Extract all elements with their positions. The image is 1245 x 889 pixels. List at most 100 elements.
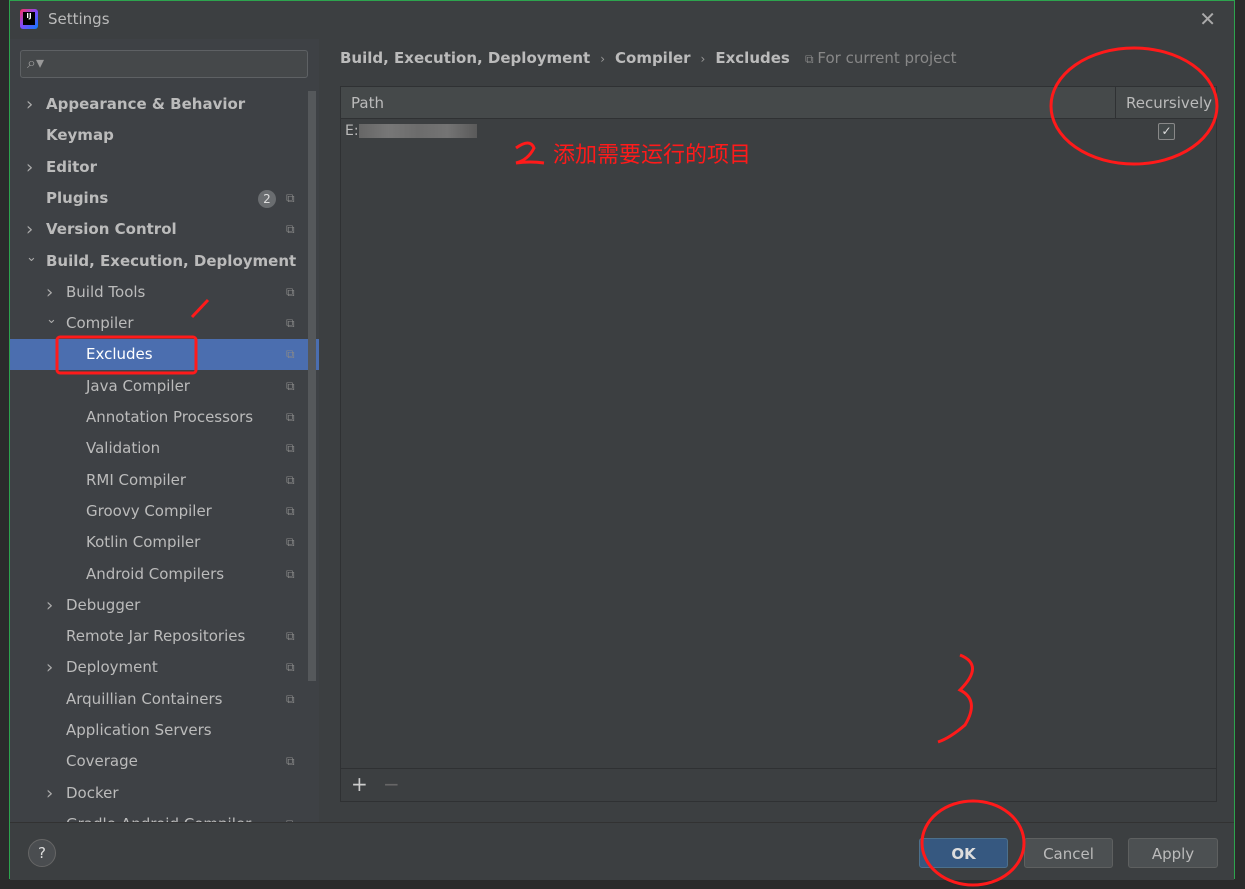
sidebar-item[interactable]: Java Compiler ⧉	[10, 371, 319, 402]
sidebar-item-label: Application Servers	[66, 721, 212, 739]
sidebar-item[interactable]: ⌄ Compiler ⧉	[10, 308, 319, 339]
sidebar-item-label: Android Compilers	[86, 564, 225, 583]
project-scope-icon: ⧉	[286, 566, 295, 581]
sidebar-item-label: Java Compiler	[86, 376, 190, 395]
blurred-path	[358, 124, 477, 138]
sidebar-item-label: Compiler	[66, 314, 134, 333]
sidebar-item-label: Plugins	[46, 188, 109, 207]
breadcrumb-item[interactable]: Compiler	[615, 49, 691, 67]
scope-text: For current project	[817, 49, 957, 67]
sidebar-item[interactable]: Excludes ⧉	[10, 339, 319, 371]
search-icon: ⌕▾	[27, 53, 44, 72]
column-path[interactable]: Path	[351, 94, 384, 112]
sidebar-item[interactable]: ⌄ Build, Execution, Deployment	[10, 246, 319, 277]
sidebar-item-label: Gradle-Android Compiler	[66, 809, 251, 822]
project-scope-icon: ⧉	[286, 629, 295, 644]
project-scope-icon: ⧉	[286, 347, 295, 362]
sidebar-item[interactable]: Remote Jar Repositories ⧉	[10, 621, 319, 652]
add-icon[interactable]: +	[351, 772, 368, 796]
sidebar-item-label: RMI Compiler	[86, 470, 187, 489]
project-scope-icon: ⧉	[286, 472, 295, 487]
window-title: Settings	[48, 10, 110, 28]
breadcrumb: Build, Execution, Deployment › Compiler › Ex…	[340, 49, 790, 67]
project-scope-icon: ⧉	[286, 754, 295, 769]
sidebar-item[interactable]: RMI Compiler ⧉	[10, 465, 319, 496]
dialog-footer: ? OK Cancel Apply	[10, 822, 1234, 880]
sidebar-item-label: Kotlin Compiler	[86, 533, 201, 552]
chevron-right-icon[interactable]: ›	[26, 152, 33, 183]
table-header: Path Recursively	[341, 87, 1216, 119]
sidebar-item-label: Deployment	[66, 658, 158, 677]
sidebar-item[interactable]: › Debugger	[10, 590, 319, 621]
project-scope-icon: ⧉	[286, 284, 295, 299]
sidebar-item-label: Coverage	[66, 752, 138, 771]
sidebar-item-label: Keymap	[46, 126, 114, 145]
sidebar-item[interactable]: › Docker	[10, 778, 319, 809]
sidebar-item[interactable]: Annotation Processors ⧉	[10, 402, 319, 433]
sidebar-item[interactable]: › Deployment ⧉	[10, 652, 319, 683]
sidebar-item[interactable]: › Version Control ⧉	[10, 214, 319, 245]
project-scope-icon: ⧉	[286, 503, 295, 518]
sidebar-item[interactable]: Plugins 2 ⧉	[10, 183, 319, 214]
chevron-right-icon[interactable]: ›	[46, 778, 53, 809]
excludes-table: Path Recursively E: ✓ + −	[340, 86, 1217, 802]
settings-dialog: IJ Settings ✕ ⌕▾ › Appearance & Behavior K…	[9, 0, 1235, 880]
sidebar-item[interactable]: › Appearance & Behavior	[10, 89, 319, 120]
sidebar-scrollbar[interactable]	[308, 91, 316, 681]
table-toolbar: + −	[341, 768, 1216, 801]
sidebar-item-label: Debugger	[66, 595, 141, 614]
apply-button[interactable]: Apply	[1128, 838, 1218, 868]
scope-label: ⧉ For current project	[805, 49, 957, 67]
sidebar-item[interactable]: Validation ⧉	[10, 433, 319, 464]
project-scope-icon: ⧉	[286, 660, 295, 675]
sidebar-item-label: Editor	[46, 157, 97, 176]
sidebar-item-label: Groovy Compiler	[86, 501, 212, 520]
sidebar-item-label: Version Control	[46, 220, 177, 239]
sidebar-item-label: Annotation Processors	[86, 408, 254, 426]
chevron-right-icon[interactable]: ›	[46, 652, 53, 683]
sidebar-item-label: Build, Execution, Deployment	[46, 251, 297, 270]
chevron-down-icon[interactable]: ⌄	[46, 304, 57, 335]
breadcrumb-item[interactable]: Build, Execution, Deployment	[340, 49, 590, 67]
sidebar-item[interactable]: Android Compilers ⧉	[10, 559, 319, 590]
annotation-note: 添加需要运行的项目	[553, 143, 752, 168]
sidebar-item-label: Validation	[86, 439, 161, 458]
cancel-button[interactable]: Cancel	[1024, 838, 1113, 868]
project-scope-icon: ⧉	[286, 190, 295, 205]
sidebar-item-label: Excludes	[86, 345, 153, 364]
table-row[interactable]: E:	[345, 123, 477, 139]
close-icon[interactable]: ✕	[1199, 7, 1216, 31]
recursively-checkbox[interactable]: ✓	[1158, 123, 1175, 140]
project-scope-icon: ⧉	[286, 378, 295, 393]
project-scope-icon: ⧉	[286, 316, 295, 331]
settings-sidebar: ⌕▾ › Appearance & Behavior Keymap › Editor Pl…	[10, 39, 319, 822]
sidebar-item-label: Docker	[66, 783, 119, 802]
sidebar-item-label: Build Tools	[66, 282, 146, 301]
sidebar-item[interactable]: Groovy Compiler ⧉	[10, 496, 319, 527]
sidebar-item[interactable]: Application Servers	[10, 715, 319, 746]
project-scope-icon: ⧉	[286, 691, 295, 706]
help-button[interactable]: ?	[28, 839, 56, 867]
chevron-down-icon[interactable]: ⌄	[26, 242, 37, 273]
ok-button[interactable]: OK	[919, 838, 1008, 868]
project-scope-icon: ⧉	[286, 222, 295, 237]
chevron-right-icon: ›	[600, 52, 605, 66]
sidebar-item[interactable]: Gradle-Android Compiler ⧉	[10, 809, 319, 822]
project-scope-icon: ⧉	[286, 535, 295, 550]
sidebar-item[interactable]: Keymap	[10, 120, 319, 151]
chevron-right-icon: ›	[700, 52, 706, 66]
search-input[interactable]: ⌕▾	[20, 50, 308, 78]
chevron-right-icon[interactable]: ›	[46, 590, 53, 621]
remove-icon[interactable]: −	[383, 772, 400, 796]
sidebar-item[interactable]: Arquillian Containers ⧉	[10, 684, 319, 715]
project-scope-icon: ⧉	[286, 410, 295, 424]
sidebar-item[interactable]: Coverage ⧉	[10, 746, 319, 777]
apply-label: Apply	[1151, 845, 1195, 863]
chevron-right-icon[interactable]: ›	[26, 89, 33, 120]
sidebar-item[interactable]: › Editor	[10, 152, 319, 183]
sidebar-item[interactable]: Kotlin Compiler ⧉	[10, 527, 319, 558]
title-bar: IJ Settings ✕	[10, 1, 1234, 39]
column-recursively[interactable]: Recursively	[1115, 87, 1212, 118]
path-cell: E:	[345, 123, 359, 139]
copy-icon: ⧉	[805, 52, 818, 66]
